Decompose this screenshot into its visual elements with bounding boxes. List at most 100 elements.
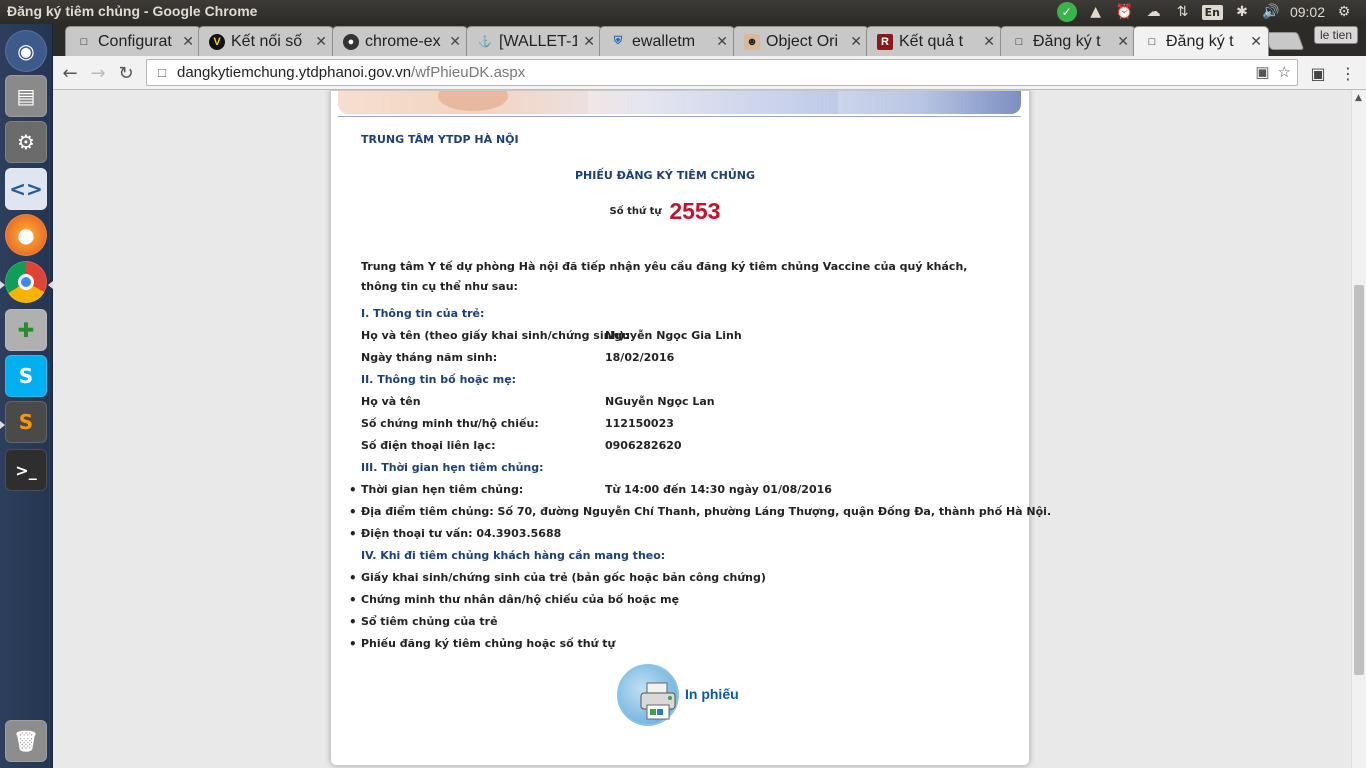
page-info-icon[interactable]: □ bbox=[147, 65, 177, 80]
url-path: /wfPhieuDK.aspx bbox=[411, 64, 526, 81]
close-tab-icon[interactable]: ✕ bbox=[315, 33, 327, 50]
alarm-clock-icon[interactable]: ⏰ bbox=[1115, 2, 1135, 22]
page-icon: □ bbox=[1015, 35, 1023, 48]
shield-icon: ⛨ bbox=[613, 35, 623, 47]
back-arrow-icon[interactable]: ← bbox=[58, 61, 82, 85]
location-item: Địa điểm tiêm chủng: Số 70, đường Nguyễn… bbox=[349, 505, 1051, 519]
profile-button[interactable]: le tien bbox=[1313, 26, 1358, 44]
queue-label: Số thứ tự bbox=[609, 206, 662, 217]
tab-title: Đăng ký t bbox=[1033, 32, 1101, 50]
new-tab-button[interactable] bbox=[1263, 32, 1305, 50]
scroll-up-arrow-icon[interactable]: ▲ bbox=[1355, 93, 1362, 103]
translate-icon[interactable]: ▣ bbox=[1255, 63, 1269, 81]
banner-band-graphic bbox=[588, 91, 838, 114]
address-bar[interactable]: □ dangkytiemchung.ytdphanoi.gov.vn /wfPh… bbox=[146, 59, 1298, 86]
field-value: 0906282620 bbox=[605, 439, 682, 452]
page-icon: □ bbox=[80, 35, 88, 48]
close-tab-icon[interactable]: ✕ bbox=[983, 33, 995, 50]
volume-icon[interactable]: 🔊 bbox=[1261, 2, 1281, 22]
close-tab-icon[interactable]: ✕ bbox=[583, 33, 595, 50]
trash-icon[interactable]: 🗑 bbox=[5, 720, 47, 762]
system-tray: ✓ ▲ ⏰ ☁ ⇅ En ✱ 🔊 09:02 ⚙ bbox=[1056, 0, 1366, 24]
queue-number-block: Số thứ tự 2553 bbox=[361, 198, 969, 225]
close-tab-icon[interactable]: ✕ bbox=[449, 33, 461, 50]
tab-dang-ky-active[interactable]: □ Đăng ký t ✕ bbox=[1133, 26, 1269, 56]
queue-number: 2553 bbox=[669, 198, 721, 224]
skype-icon[interactable]: S bbox=[5, 355, 47, 397]
field-value: 112150023 bbox=[605, 417, 674, 430]
avatar-icon: ☻ bbox=[744, 33, 760, 50]
tab-ewallet[interactable]: ⛨ ewalletm ✕ bbox=[599, 26, 735, 56]
tab-wallet[interactable]: ⚓ [WALLET-1 ✕ bbox=[466, 26, 602, 56]
print-slip-button[interactable]: In phiếu bbox=[587, 664, 787, 730]
print-label[interactable]: In phiếu bbox=[685, 686, 739, 702]
check-sync-icon[interactable]: ✓ bbox=[1056, 2, 1077, 22]
reload-icon[interactable]: ↻ bbox=[114, 61, 138, 85]
tab-object-ori[interactable]: ☻ Object Ori ✕ bbox=[733, 26, 869, 56]
top-panel: Đăng ký tiêm chủng - Google Chrome ✓ ▲ ⏰… bbox=[0, 0, 1366, 24]
appointment-time-item: Thời gian hẹn tiêm chủng: Từ 14:00 đến 1… bbox=[349, 483, 832, 497]
running-app-indicator-icon bbox=[0, 421, 5, 429]
page-viewport: TRUNG TÂM YTDP HÀ NỘI PHIẾU ĐĂNG KÝ TIÊM… bbox=[53, 90, 1351, 768]
v-logo-icon: V bbox=[209, 33, 225, 50]
clock[interactable]: 09:02 bbox=[1290, 2, 1325, 22]
list-item: Sổ tiêm chủng của trẻ bbox=[349, 615, 498, 629]
firefox-icon[interactable]: ● bbox=[5, 214, 47, 256]
r-logo-icon: R bbox=[877, 33, 893, 50]
tab-chrome-ex[interactable]: ● chrome-ex ✕ bbox=[332, 26, 468, 56]
tab-title: chrome-ex bbox=[365, 32, 441, 50]
system-settings-icon[interactable]: ⚙ bbox=[5, 121, 47, 163]
field-label: Họ và tên (theo giấy khai sinh/chứng sin… bbox=[361, 329, 629, 342]
tab-title: Configurat bbox=[98, 32, 172, 50]
jira-icon: ⚓ bbox=[478, 36, 492, 48]
tab-ket-noi[interactable]: V Kết nối số ✕ bbox=[198, 26, 334, 56]
page-icon: □ bbox=[1148, 35, 1156, 48]
field-value: 18/02/2016 bbox=[605, 351, 675, 364]
ubuntu-dash-icon[interactable]: ◉ bbox=[5, 30, 47, 72]
forward-arrow-icon[interactable]: → bbox=[86, 61, 110, 85]
drive-icon[interactable]: ▲ bbox=[1086, 2, 1106, 22]
cloud-icon[interactable]: ☁ bbox=[1144, 2, 1164, 22]
tab-ket-qua[interactable]: R Kết quả t ✕ bbox=[866, 26, 1002, 56]
tab-title: Kết nối số bbox=[231, 32, 303, 50]
list-item: Phiếu đăng ký tiêm chủng hoặc số thứ tự bbox=[349, 637, 615, 651]
chrome-menu-icon[interactable]: ⋮ bbox=[1338, 63, 1358, 83]
database-icon[interactable]: ✚ bbox=[5, 309, 47, 351]
close-tab-icon[interactable]: ✕ bbox=[1250, 33, 1262, 50]
url-host: dangkytiemchung.ytdphanoi.gov.vn bbox=[177, 64, 412, 81]
header-banner-image bbox=[338, 91, 1021, 114]
section-parent-heading: II. Thông tin bố hoặc mẹ: bbox=[361, 373, 517, 386]
close-tab-icon[interactable]: ✕ bbox=[182, 33, 194, 50]
tab-configurat[interactable]: □ Configurat ✕ bbox=[65, 26, 201, 56]
window-title: Đăng ký tiêm chủng - Google Chrome bbox=[7, 3, 258, 19]
tab-title: Kết quả t bbox=[899, 32, 964, 50]
close-tab-icon[interactable]: ✕ bbox=[1117, 33, 1129, 50]
close-tab-icon[interactable]: ✕ bbox=[850, 33, 862, 50]
keyboard-layout[interactable]: En bbox=[1201, 4, 1223, 20]
field-label: Thời gian hẹn tiêm chủng: bbox=[361, 483, 524, 496]
transfer-arrows-icon[interactable]: ⇅ bbox=[1173, 2, 1193, 22]
printer-icon bbox=[640, 682, 676, 720]
page-scrollbar[interactable]: ▲ bbox=[1351, 90, 1366, 768]
bookmark-star-icon[interactable]: ☆ bbox=[1278, 63, 1291, 81]
browser-toolbar: ← → ↻ □ dangkytiemchung.ytdphanoi.gov.vn… bbox=[53, 56, 1366, 90]
section-bring-heading: IV. Khi đi tiêm chủng khách hàng cần man… bbox=[361, 549, 666, 562]
terminal-icon[interactable]: >_ bbox=[5, 449, 47, 491]
field-label: Ngày tháng năm sinh: bbox=[361, 351, 498, 364]
registration-slip: TRUNG TÂM YTDP HÀ NỘI PHIẾU ĐĂNG KÝ TIÊM… bbox=[330, 90, 1051, 766]
extension-icon[interactable]: ▣ bbox=[1308, 63, 1328, 83]
sublime-text-icon[interactable]: S bbox=[5, 401, 47, 443]
file-manager-icon[interactable]: ▤ bbox=[5, 75, 47, 117]
field-label: Số điện thoại liên lạc: bbox=[361, 439, 496, 452]
list-item: Chứng minh thư nhân dân/hộ chiếu của bố … bbox=[349, 593, 679, 607]
scrollbar-thumb[interactable] bbox=[1354, 285, 1364, 675]
code-editor-icon[interactable]: <> bbox=[5, 168, 47, 210]
power-gear-icon[interactable]: ⚙ bbox=[1334, 2, 1354, 22]
banner-divider bbox=[338, 116, 1021, 117]
close-tab-icon[interactable]: ✕ bbox=[716, 33, 728, 50]
bluetooth-icon[interactable]: ✱ bbox=[1232, 2, 1252, 22]
tab-strip: □ Configurat ✕ V Kết nối số ✕ ● chrome-e… bbox=[53, 24, 1366, 56]
tab-dang-ky-1[interactable]: □ Đăng ký t ✕ bbox=[1000, 26, 1136, 56]
chrome-icon[interactable] bbox=[5, 261, 47, 303]
field-value: Nguyễn Ngọc Gia Linh bbox=[605, 329, 742, 342]
